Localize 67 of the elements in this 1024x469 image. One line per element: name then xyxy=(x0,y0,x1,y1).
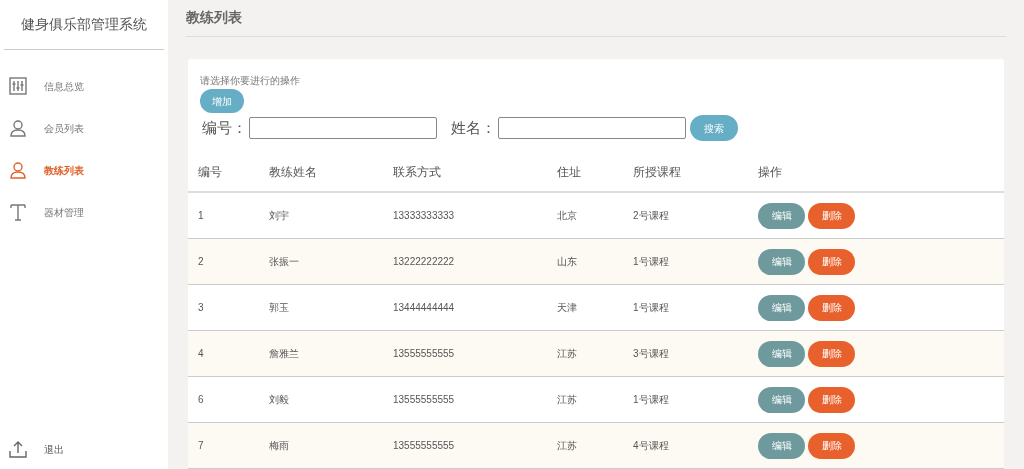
edit-button[interactable]: 编辑 xyxy=(758,294,805,321)
nav-item[interactable]: 信息总览 xyxy=(0,76,168,96)
delete-button[interactable]: 删除 xyxy=(808,248,855,275)
table-cell: 江苏 xyxy=(557,348,577,359)
user-icon xyxy=(8,118,28,138)
table-cell: 7 xyxy=(198,440,204,451)
column-header: 住址 xyxy=(557,165,581,179)
filter-field[interactable] xyxy=(249,117,437,139)
table-cell: 13555555555 xyxy=(393,440,455,451)
app-title: 健身俱乐部管理系统 xyxy=(4,0,164,50)
table-cell: 1 xyxy=(198,210,204,221)
table-cell: 4号课程 xyxy=(633,440,669,451)
table-cell: 天津 xyxy=(557,302,577,313)
edit-button[interactable]: 编辑 xyxy=(758,432,805,459)
delete-button[interactable]: 删除 xyxy=(808,340,855,367)
table-cell: 2号课程 xyxy=(633,210,669,221)
delete-button[interactable]: 删除 xyxy=(808,294,855,321)
table-cell: 6 xyxy=(198,394,204,405)
table-cell: 江苏 xyxy=(557,394,577,405)
table-cell: 江苏 xyxy=(557,440,577,451)
table-cell: 4 xyxy=(198,348,204,359)
column-header: 操作 xyxy=(758,165,782,179)
edit-button[interactable]: 编辑 xyxy=(758,202,805,229)
page-title: 教练列表 xyxy=(186,8,242,28)
delete-button[interactable]: 删除 xyxy=(808,202,855,229)
nav-item[interactable]: 教练列表 xyxy=(0,160,168,180)
logout-item[interactable]: 退出 xyxy=(0,439,168,459)
column-header: 教练姓名 xyxy=(269,165,317,179)
nav-item[interactable]: 会员列表 xyxy=(0,118,168,138)
delete-button[interactable]: 删除 xyxy=(808,386,855,413)
text-icon xyxy=(8,202,28,222)
column-header: 所授课程 xyxy=(633,165,681,179)
column-header: 编号 xyxy=(198,165,222,179)
table-cell: 13555555555 xyxy=(393,348,455,359)
edit-button[interactable]: 编辑 xyxy=(758,248,805,275)
table-cell: 13444444444 xyxy=(393,302,455,313)
table-cell: 刘宇 xyxy=(269,210,289,221)
table-cell: 3号课程 xyxy=(633,348,669,359)
column-header: 联系方式 xyxy=(393,165,441,179)
filter-field[interactable] xyxy=(498,117,686,139)
search-button[interactable]: 搜索 xyxy=(690,115,738,141)
filter-label: 编号： xyxy=(202,117,247,138)
upload-icon xyxy=(8,439,28,459)
table-cell: 詹雅兰 xyxy=(269,348,299,359)
table-cell: 13333333333 xyxy=(393,210,455,221)
user-icon xyxy=(8,160,28,180)
prompt-text: 请选择你要进行的操作 xyxy=(200,73,301,88)
table-cell: 刘毅 xyxy=(269,394,289,405)
table-cell: 13222222222 xyxy=(393,256,455,267)
table-cell: 1号课程 xyxy=(633,394,669,405)
table-cell: 3 xyxy=(198,302,204,313)
table-cell: 山东 xyxy=(557,256,577,267)
table-cell: 2 xyxy=(198,256,204,267)
sliders-icon xyxy=(8,76,28,96)
delete-button[interactable]: 删除 xyxy=(808,432,855,459)
table-cell: 13555555555 xyxy=(393,394,455,405)
edit-button[interactable]: 编辑 xyxy=(758,386,805,413)
filter-label: 姓名： xyxy=(451,117,496,138)
table-cell: 张振一 xyxy=(269,256,299,267)
add-button[interactable]: 增加 xyxy=(200,89,244,113)
edit-button[interactable]: 编辑 xyxy=(758,340,805,367)
table-cell: 梅雨 xyxy=(269,440,289,451)
table-cell: 1号课程 xyxy=(633,256,669,267)
table-cell: 1号课程 xyxy=(633,302,669,313)
table-cell: 郭玉 xyxy=(269,302,289,313)
nav-item[interactable]: 器材管理 xyxy=(0,202,168,222)
table-cell: 北京 xyxy=(557,210,577,221)
